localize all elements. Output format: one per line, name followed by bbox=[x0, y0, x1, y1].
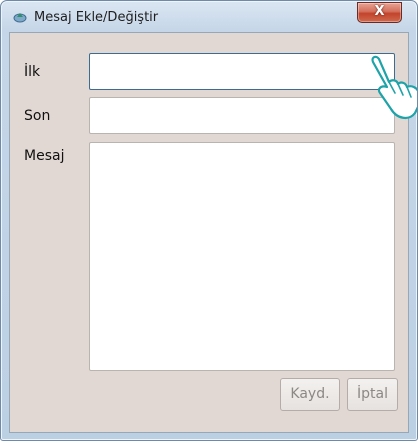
title-bar[interactable]: Mesaj Ekle/Değiştir X bbox=[1, 1, 417, 31]
last-label: Son bbox=[24, 108, 51, 124]
message-textarea[interactable] bbox=[89, 142, 395, 371]
last-input[interactable] bbox=[89, 97, 395, 134]
window-title: Mesaj Ekle/Değiştir bbox=[34, 10, 159, 25]
app-icon bbox=[13, 13, 27, 23]
close-button[interactable]: X bbox=[357, 2, 402, 23]
dialog-window: Mesaj Ekle/Değiştir X İlk Son Mesaj Kayd… bbox=[0, 0, 418, 441]
pointing-hand-icon bbox=[371, 55, 417, 119]
close-icon: X bbox=[374, 4, 385, 19]
cancel-button[interactable]: İptal bbox=[347, 378, 398, 411]
first-input[interactable] bbox=[89, 53, 395, 90]
save-button[interactable]: Kayd. bbox=[280, 378, 340, 411]
first-label: İlk bbox=[24, 64, 41, 80]
dialog-body: İlk Son Mesaj Kayd. İptal bbox=[9, 32, 409, 433]
message-label: Mesaj bbox=[24, 148, 65, 164]
